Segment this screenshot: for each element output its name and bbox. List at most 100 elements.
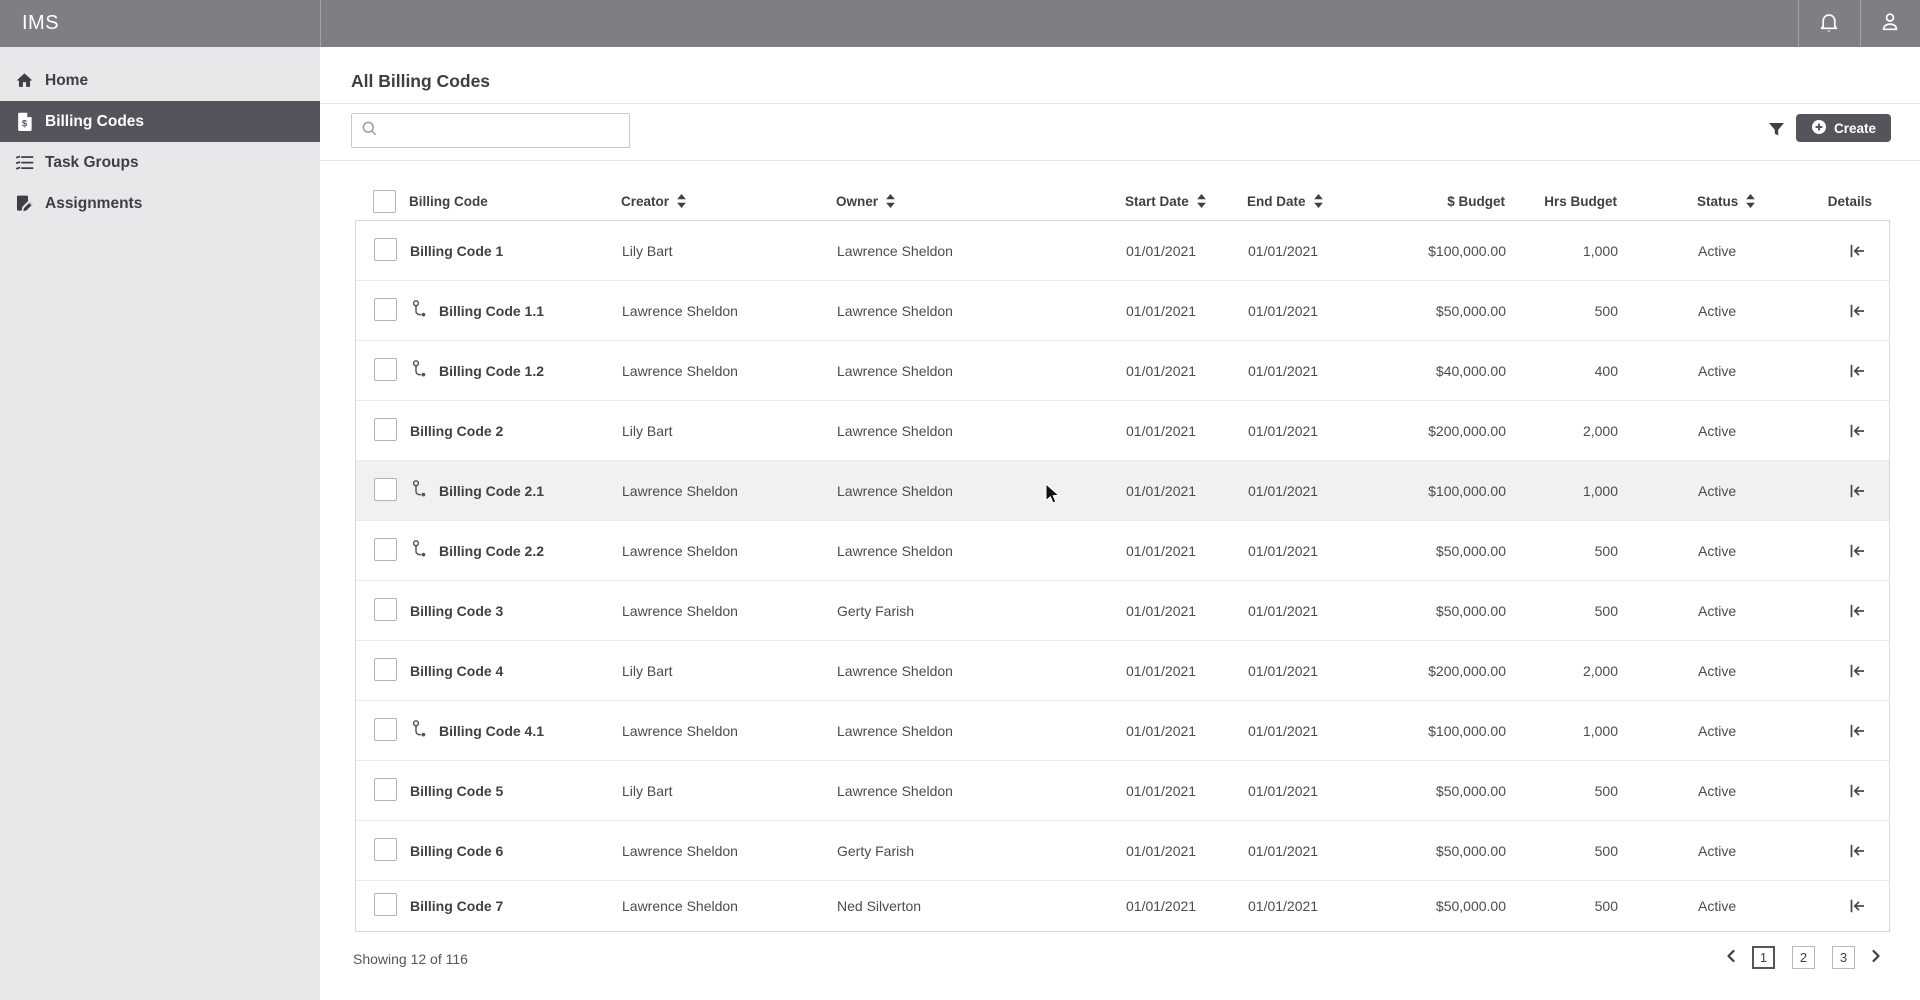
search-input[interactable]	[385, 123, 620, 139]
notifications-button[interactable]	[1798, 0, 1860, 47]
start-date-cell: 01/01/2021	[1126, 603, 1248, 619]
details-collapse-left-icon[interactable]	[1847, 481, 1868, 501]
start-date-cell: 01/01/2021	[1126, 783, 1248, 799]
creator-cell: Lawrence Sheldon	[622, 483, 837, 499]
details-collapse-left-icon[interactable]	[1847, 301, 1868, 321]
table-row[interactable]: Billing Code 7 Lawrence Sheldon Ned Silv…	[356, 881, 1889, 931]
sidebar-item-home[interactable]: Home	[0, 60, 320, 101]
table-row[interactable]: Billing Code 6 Lawrence Sheldon Gerty Fa…	[356, 821, 1889, 881]
row-checkbox[interactable]	[374, 658, 397, 681]
column-label: Billing Code	[409, 194, 488, 209]
details-collapse-left-icon[interactable]	[1847, 541, 1868, 561]
billing-code-name: Billing Code 2.2	[439, 543, 544, 559]
details-collapse-left-icon[interactable]	[1847, 896, 1868, 916]
table-row[interactable]: Billing Code 1.1 Lawrence Sheldon Lawren…	[356, 281, 1889, 341]
row-checkbox[interactable]	[374, 598, 397, 621]
table-row[interactable]: Billing Code 2.1 Lawrence Sheldon Lawren…	[356, 461, 1889, 521]
end-date-cell: 01/01/2021	[1248, 243, 1378, 259]
prev-page-button[interactable]	[1723, 949, 1739, 966]
status-cell: Active	[1618, 603, 1786, 619]
end-date-cell: 01/01/2021	[1248, 603, 1378, 619]
status-cell: Active	[1618, 423, 1786, 439]
column-header-end-date[interactable]: End Date	[1247, 194, 1377, 209]
page-button-2[interactable]: 2	[1792, 946, 1815, 969]
column-header-hrs-budget: Hrs Budget	[1505, 194, 1617, 209]
end-date-cell: 01/01/2021	[1248, 543, 1378, 559]
owner-cell: Lawrence Sheldon	[837, 303, 1126, 319]
creator-cell: Lily Bart	[622, 783, 837, 799]
sort-icon	[1197, 194, 1206, 208]
select-all-checkbox[interactable]	[373, 190, 396, 213]
owner-cell: Lawrence Sheldon	[837, 663, 1126, 679]
row-checkbox[interactable]	[374, 478, 397, 501]
row-checkbox[interactable]	[374, 718, 397, 741]
table-row[interactable]: Billing Code 3 Lawrence Sheldon Gerty Fa…	[356, 581, 1889, 641]
page-button-3[interactable]: 3	[1832, 946, 1855, 969]
filter-button[interactable]	[1761, 118, 1791, 144]
table-row[interactable]: Billing Code 4 Lily Bart Lawrence Sheldo…	[356, 641, 1889, 701]
sidebar-item-billing-codes[interactable]: $ Billing Codes	[0, 101, 320, 142]
details-collapse-left-icon[interactable]	[1847, 601, 1868, 621]
creator-cell: Lily Bart	[622, 663, 837, 679]
column-label: Owner	[836, 194, 878, 209]
details-collapse-left-icon[interactable]	[1847, 721, 1868, 741]
owner-cell: Gerty Farish	[837, 603, 1126, 619]
table-row[interactable]: Billing Code 4.1 Lawrence Sheldon Lawren…	[356, 701, 1889, 761]
chevron-left-icon	[1725, 949, 1737, 966]
row-checkbox[interactable]	[374, 778, 397, 801]
details-collapse-left-icon[interactable]	[1847, 661, 1868, 681]
column-header-owner[interactable]: Owner	[836, 194, 1125, 209]
table-row[interactable]: Billing Code 1 Lily Bart Lawrence Sheldo…	[356, 221, 1889, 281]
billing-code-name: Billing Code 4	[410, 663, 503, 679]
table-row[interactable]: Billing Code 2.2 Lawrence Sheldon Lawren…	[356, 521, 1889, 581]
table-row[interactable]: Billing Code 5 Lily Bart Lawrence Sheldo…	[356, 761, 1889, 821]
budget-cell: $50,000.00	[1378, 603, 1506, 619]
details-collapse-left-icon[interactable]	[1847, 781, 1868, 801]
table-row[interactable]: Billing Code 1.2 Lawrence Sheldon Lawren…	[356, 341, 1889, 401]
column-header-creator[interactable]: Creator	[621, 194, 836, 209]
details-collapse-left-icon[interactable]	[1847, 841, 1868, 861]
end-date-cell: 01/01/2021	[1248, 783, 1378, 799]
row-checkbox[interactable]	[374, 358, 397, 381]
column-header-status[interactable]: Status	[1617, 194, 1787, 209]
budget-cell: $50,000.00	[1378, 898, 1506, 914]
create-button[interactable]: Create	[1796, 114, 1891, 142]
user-account-button[interactable]	[1860, 0, 1920, 47]
details-collapse-left-icon[interactable]	[1847, 421, 1868, 441]
end-date-cell: 01/01/2021	[1248, 303, 1378, 319]
column-header-start-date[interactable]: Start Date	[1125, 194, 1247, 209]
column-label: Details	[1828, 194, 1872, 209]
row-checkbox[interactable]	[374, 238, 397, 261]
table-row[interactable]: Billing Code 2 Lily Bart Lawrence Sheldo…	[356, 401, 1889, 461]
creator-cell: Lawrence Sheldon	[622, 898, 837, 914]
creator-cell: Lawrence Sheldon	[622, 303, 837, 319]
owner-cell: Lawrence Sheldon	[837, 723, 1126, 739]
status-cell: Active	[1618, 483, 1786, 499]
filter-icon	[1767, 121, 1786, 142]
sidebar-item-task-groups[interactable]: Task Groups	[0, 142, 320, 183]
column-header-details: Details	[1787, 194, 1872, 209]
row-checkbox[interactable]	[374, 538, 397, 561]
creator-cell: Lawrence Sheldon	[622, 723, 837, 739]
sidebar-item-assignments[interactable]: Assignments	[0, 183, 320, 224]
next-page-button[interactable]	[1868, 949, 1884, 966]
details-collapse-left-icon[interactable]	[1847, 241, 1868, 261]
budget-cell: $50,000.00	[1378, 843, 1506, 859]
page-buttons: 123	[1752, 946, 1855, 969]
svg-text:$: $	[22, 118, 28, 129]
status-cell: Active	[1618, 898, 1786, 914]
showing-count-text: Showing 12 of 116	[353, 951, 468, 967]
row-checkbox[interactable]	[374, 838, 397, 861]
row-checkbox[interactable]	[374, 893, 397, 916]
child-branch-icon	[410, 299, 430, 322]
start-date-cell: 01/01/2021	[1126, 898, 1248, 914]
page-button-1[interactable]: 1	[1752, 946, 1775, 969]
plus-circle-icon	[1811, 119, 1827, 138]
billing-icon: $	[15, 112, 34, 131]
budget-cell: $40,000.00	[1378, 363, 1506, 379]
row-checkbox[interactable]	[374, 418, 397, 441]
creator-cell: Lawrence Sheldon	[622, 603, 837, 619]
start-date-cell: 01/01/2021	[1126, 543, 1248, 559]
row-checkbox[interactable]	[374, 298, 397, 321]
details-collapse-left-icon[interactable]	[1847, 361, 1868, 381]
